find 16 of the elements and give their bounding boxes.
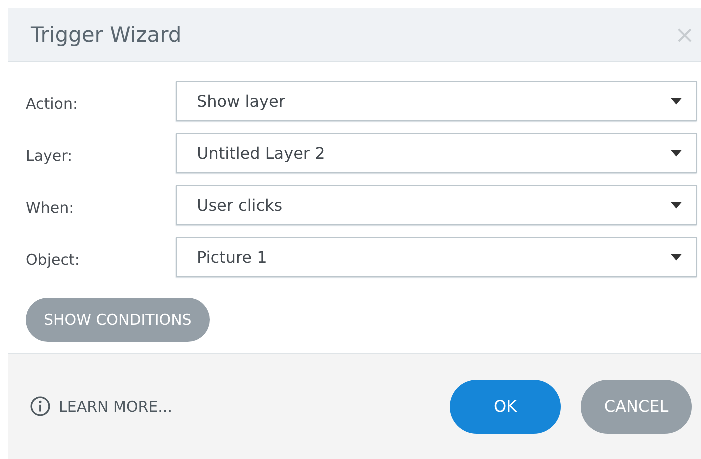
dropdown[interactable]: Untitled Layer 2 xyxy=(176,133,697,173)
field-label: Object: xyxy=(26,250,81,269)
caret-icon xyxy=(671,150,682,156)
info-icon xyxy=(30,396,51,417)
ok-button[interactable]: OK xyxy=(450,380,561,434)
caret-icon xyxy=(671,98,682,104)
caret-icon xyxy=(671,254,682,260)
dropdown[interactable]: Show layer xyxy=(176,81,697,121)
field-label: Action: xyxy=(26,94,80,113)
caret-icon xyxy=(671,202,682,208)
learn-more-link[interactable]: LEARN MORE... xyxy=(30,396,172,417)
field-label: When: xyxy=(26,198,76,217)
window-title: Trigger Wizard xyxy=(31,22,182,46)
dropdown[interactable]: Picture 1 xyxy=(176,237,697,277)
dropdown[interactable]: User clicks xyxy=(176,185,697,225)
field-label: Layer: xyxy=(26,146,74,165)
